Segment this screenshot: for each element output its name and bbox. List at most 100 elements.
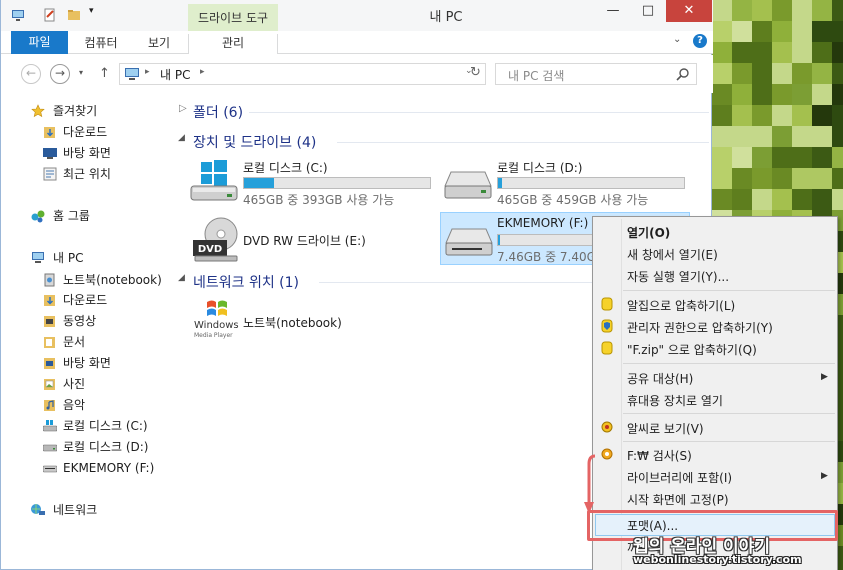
tab-computer[interactable]: 컴퓨터 — [79, 34, 123, 54]
expand-chevron-icon[interactable]: ▷ — [179, 103, 187, 114]
mosaic-tile — [712, 189, 732, 210]
mosaic-tile — [772, 21, 792, 42]
mosaic-tile — [832, 126, 843, 147]
search-icon[interactable] — [676, 67, 690, 81]
breadcrumb-separator[interactable]: ▸ — [200, 67, 205, 77]
submenu-arrow-icon: ▶ — [821, 372, 828, 382]
sidebar-item-desktop[interactable]: 바탕 화면 — [43, 353, 111, 373]
sidebar-item-notebook[interactable]: 노트북(notebook) — [43, 270, 162, 290]
tab-file[interactable]: 파일 — [11, 31, 68, 54]
menu-item-include-library[interactable]: 라이브러리에 포함(I) — [627, 469, 732, 486]
mosaic-tile — [732, 0, 752, 21]
drive-usage-fill — [498, 178, 502, 188]
mosaic-tile — [752, 105, 772, 126]
hard-drive-icon — [444, 171, 492, 199]
customize-toolbar-icon[interactable]: ▾ — [89, 6, 103, 20]
mosaic-tile — [732, 189, 752, 210]
menu-item-autoplay[interactable]: 자동 실행 열기(Y)... — [627, 268, 729, 285]
drive-name: EKMEMORY (F:) — [497, 216, 589, 230]
sidebar-item-desktop[interactable]: 바탕 화면 — [43, 143, 111, 163]
sidebar-favorites[interactable]: 즐겨찾기 — [31, 101, 97, 121]
sidebar-homegroup-label: 홈 그룹 — [53, 209, 90, 223]
mosaic-tile — [772, 126, 792, 147]
mosaic-tile — [732, 21, 752, 42]
mosaic-tile — [772, 42, 792, 63]
drive-tile-e[interactable]: DVD DVD RW 드라이브 (E:) — [187, 214, 437, 266]
sidebar-item-local-disk-d[interactable]: 로컬 디스크 (D:) — [43, 437, 148, 457]
menu-item-compress-fzip[interactable]: "F.zip" 으로 압축하기(Q) — [627, 341, 757, 358]
drive-tile-c[interactable]: 로컬 디스크 (C:) 465GB 중 393GB 사용 가능 — [187, 156, 437, 208]
forward-button[interactable]: → — [50, 64, 70, 84]
mosaic-tile — [712, 0, 732, 21]
breadcrumb-separator[interactable]: ▸ — [145, 67, 150, 77]
network-location-item[interactable]: Windows Media Player 노트북(notebook) — [191, 298, 391, 344]
tab-manage[interactable]: 관리 — [188, 34, 278, 54]
menu-item-share-with[interactable]: 공유 대상(H) — [627, 370, 693, 387]
mosaic-tile — [832, 0, 843, 21]
sidebar-item-recent-places[interactable]: 최근 위치 — [43, 164, 111, 184]
drive-free-space: 465GB 중 393GB 사용 가능 — [243, 193, 395, 207]
maximize-button[interactable]: □ — [633, 0, 663, 22]
mosaic-tile — [772, 147, 792, 168]
minimize-button[interactable]: — — [598, 0, 628, 22]
recent-locations-icon[interactable]: ▾ — [79, 68, 83, 77]
mosaic-tile — [772, 0, 792, 21]
help-icon[interactable]: ? — [693, 34, 707, 48]
sidebar-item-documents[interactable]: 문서 — [43, 332, 85, 352]
menu-item-open-new-window[interactable]: 새 창에서 열기(E) — [627, 246, 718, 263]
dvd-label-icon: DVD — [198, 244, 222, 255]
annotation-arrow-icon — [584, 454, 596, 514]
sidebar-item-downloads[interactable]: 다운로드 — [43, 290, 107, 310]
sidebar-item-pictures[interactable]: 사진 — [43, 374, 85, 394]
dvd-drive-icon: DVD — [193, 217, 238, 262]
menu-item-alzip-compress[interactable]: 알집으로 압축하기(L) — [627, 297, 735, 314]
drive-usage-fill — [498, 235, 500, 245]
mosaic-tile — [812, 21, 832, 42]
sidebar-item-videos[interactable]: 동영상 — [43, 311, 96, 331]
expand-ribbon-icon[interactable]: ⌄ — [673, 34, 681, 45]
collapse-chevron-icon[interactable]: ◢ — [178, 273, 185, 283]
up-arrow-icon[interactable]: ↑ — [99, 66, 110, 81]
drive-tile-d[interactable]: 로컬 디스크 (D:) 465GB 중 459GB 사용 가능 — [441, 156, 691, 208]
sidebar-network[interactable]: 네트워크 — [31, 500, 97, 520]
menu-item-view-alsee[interactable]: 알씨로 보기(V) — [627, 420, 704, 437]
sidebar-item-local-disk-c[interactable]: 로컬 디스크 (C:) — [43, 416, 148, 436]
removable-drive-icon — [445, 228, 493, 256]
sidebar-item-downloads[interactable]: 다운로드 — [43, 122, 107, 142]
mosaic-tile — [752, 42, 772, 63]
pictures-folder-icon — [44, 379, 55, 390]
search-input[interactable]: 내 PC 검색 — [495, 63, 697, 85]
sidebar-item-label: 다운로드 — [63, 293, 108, 307]
sidebar-homegroup[interactable]: 홈 그룹 — [31, 206, 90, 226]
sidebar-item-label: EKMEMORY (F:) — [63, 461, 155, 475]
menu-item-admin-compress[interactable]: 관리자 권한으로 압축하기(Y) — [627, 319, 773, 336]
collapse-chevron-icon[interactable]: ◢ — [178, 133, 185, 143]
computer-icon[interactable] — [11, 8, 25, 22]
menu-item-open-portable[interactable]: 휴대용 장치로 열기 — [627, 392, 723, 409]
sidebar-item-music[interactable]: 음악 — [43, 395, 85, 415]
sidebar-item-label: 노트북(notebook) — [63, 273, 162, 287]
address-bar[interactable]: ▸ 내 PC ▸ ⌄ — [119, 63, 486, 85]
mosaic-tile — [832, 21, 843, 42]
drive-usage-bar — [497, 177, 685, 189]
new-folder-icon[interactable] — [67, 8, 81, 22]
mosaic-tile — [832, 42, 843, 63]
group-header-drives[interactable]: 장치 및 드라이브 (4) — [193, 132, 316, 152]
menu-item-open[interactable]: 열기(O) — [627, 224, 670, 241]
mosaic-tile — [792, 168, 812, 189]
mosaic-tile — [732, 105, 752, 126]
back-button[interactable]: ← — [21, 64, 41, 84]
sidebar-this-pc[interactable]: 내 PC — [16, 248, 166, 268]
breadcrumb-this-pc[interactable]: 내 PC — [160, 66, 190, 83]
group-header-folders[interactable]: 폴더 (6) — [193, 102, 243, 122]
close-button[interactable]: ✕ — [666, 0, 712, 22]
contextual-tab-group-label: 드라이브 도구 — [188, 4, 278, 31]
refresh-icon[interactable]: ↻ — [470, 65, 481, 80]
menu-item-scan-drive[interactable]: F:₩ 검사(S) — [627, 447, 692, 464]
properties-icon[interactable] — [43, 8, 57, 22]
tab-view[interactable]: 보기 — [137, 34, 181, 54]
menu-item-pin-start[interactable]: 시작 화면에 고정(P) — [627, 491, 729, 508]
sidebar-item-label: 다운로드 — [63, 125, 108, 139]
sidebar-item-ekmemory[interactable]: EKMEMORY (F:) — [43, 458, 154, 478]
group-header-network[interactable]: 네트워크 위치 (1) — [193, 272, 299, 292]
